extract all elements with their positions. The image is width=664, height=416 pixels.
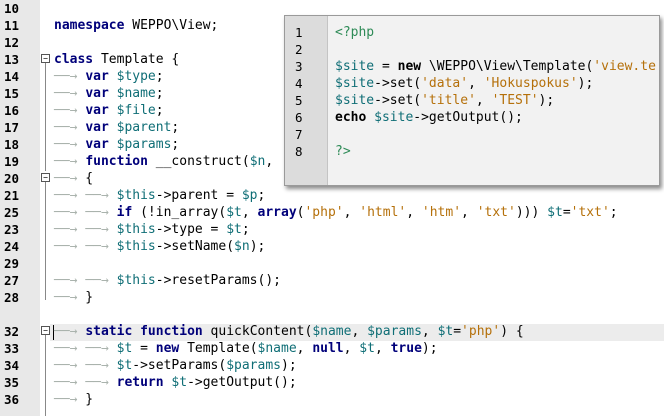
line-number: 21 (4, 188, 20, 203)
line-number: 36 (4, 392, 20, 407)
code-line[interactable]: ──→ { (54, 170, 93, 187)
line-number: 32 (4, 324, 20, 339)
code-line[interactable]: ──→ ──→ $t->setParams($params); (54, 357, 297, 374)
popup-code-line[interactable]: $site = new \WEPPO\View\Template('view.t… (335, 58, 656, 75)
line-number: 11 (4, 18, 20, 33)
line-number: 23 (4, 222, 20, 237)
line-number: 25 (4, 205, 20, 220)
fold-toggle-icon[interactable]: − (41, 173, 50, 182)
code-line[interactable]: ──→ var $name; (54, 85, 164, 102)
line-number: 33 (4, 341, 20, 356)
line-number: 13 (4, 52, 20, 67)
line-number (4, 306, 36, 323)
fold-guide (45, 335, 46, 416)
code-line[interactable]: namespace WEPPO\View; (54, 17, 218, 34)
line-number: 34 (4, 358, 20, 373)
code-line[interactable]: ──→ var $file; (54, 102, 164, 119)
fold-guide (45, 63, 46, 171)
line-number: 20 (4, 171, 20, 186)
line-number: 15 (4, 86, 20, 101)
line-number: 19 (4, 154, 20, 169)
code-line[interactable]: ──→ function __construct($n, (54, 153, 281, 170)
popup-code-line[interactable]: $site->set('data', 'Hokuspokus'); (335, 75, 593, 92)
fold-toggle-icon[interactable]: − (41, 54, 50, 63)
code-line[interactable]: ──→ ──→ $t = new Template($name, null, $… (54, 340, 438, 357)
line-number: 28 (4, 290, 20, 305)
code-line[interactable]: ──→ } (54, 289, 93, 306)
line-number-gutter: 10 11 12 13 14 15 16 17 18 19 20 21 25 23 24 29 27 28 32 33… (0, 0, 41, 416)
popup-line-number: 8 (295, 144, 303, 159)
fold-toggle-icon[interactable]: − (41, 326, 50, 335)
popup-line-number: 5 (295, 93, 303, 108)
line-number: 12 (4, 35, 20, 50)
code-line[interactable]: ──→ var $parent; (54, 119, 179, 136)
popup-code-line[interactable]: ?> (335, 143, 351, 160)
line-number: 16 (4, 103, 20, 118)
line-number: 24 (4, 239, 20, 254)
popup-line-number: 2 (295, 42, 303, 57)
popup-line-number: 1 (295, 25, 303, 40)
code-preview-popup[interactable]: 1 <?php 2 3 $site = new \WEPPO\View\Template… (284, 15, 660, 186)
code-line[interactable]: ──→ } (54, 391, 93, 408)
code-line[interactable]: ──→ var $type; (54, 68, 164, 85)
fold-guide (45, 182, 46, 300)
popup-gutter (285, 16, 328, 185)
popup-line-number: 6 (295, 110, 303, 125)
popup-line-number: 3 (295, 59, 303, 74)
code-line[interactable]: ──→ ──→ if (!in_array($t, array('php', '… (54, 204, 618, 221)
popup-code-line[interactable]: $site->set('title', 'TEST'); (335, 92, 554, 109)
line-number: 18 (4, 137, 20, 152)
popup-line-number: 4 (295, 76, 303, 91)
code-line[interactable]: ──→ ──→ $this->parent = $p; (54, 187, 265, 204)
code-line[interactable]: ──→ ──→ return $t->getOutput(); (54, 374, 297, 391)
popup-code-line[interactable]: echo $site->getOutput(); (335, 109, 523, 126)
popup-line-number: 7 (295, 127, 303, 142)
line-number: 14 (4, 69, 20, 84)
code-line[interactable]: ──→ var $params; (54, 136, 179, 153)
code-line[interactable]: ──→ ──→ $this->type = $t; (54, 221, 250, 238)
line-number: 35 (4, 375, 20, 390)
code-line[interactable]: ──→ ──→ $this->setName($n); (54, 238, 265, 255)
code-line[interactable]: class Template { (54, 51, 179, 68)
line-number: 17 (4, 120, 20, 135)
popup-code-line[interactable]: <?php (335, 24, 374, 41)
code-line[interactable]: ──→ ──→ $this->resetParams(); (54, 272, 281, 289)
line-number: 10 (4, 1, 20, 16)
line-number: 29 (4, 256, 20, 271)
code-line[interactable]: ──→ static function quickContent($name, … (54, 323, 524, 340)
line-number: 27 (4, 273, 20, 288)
